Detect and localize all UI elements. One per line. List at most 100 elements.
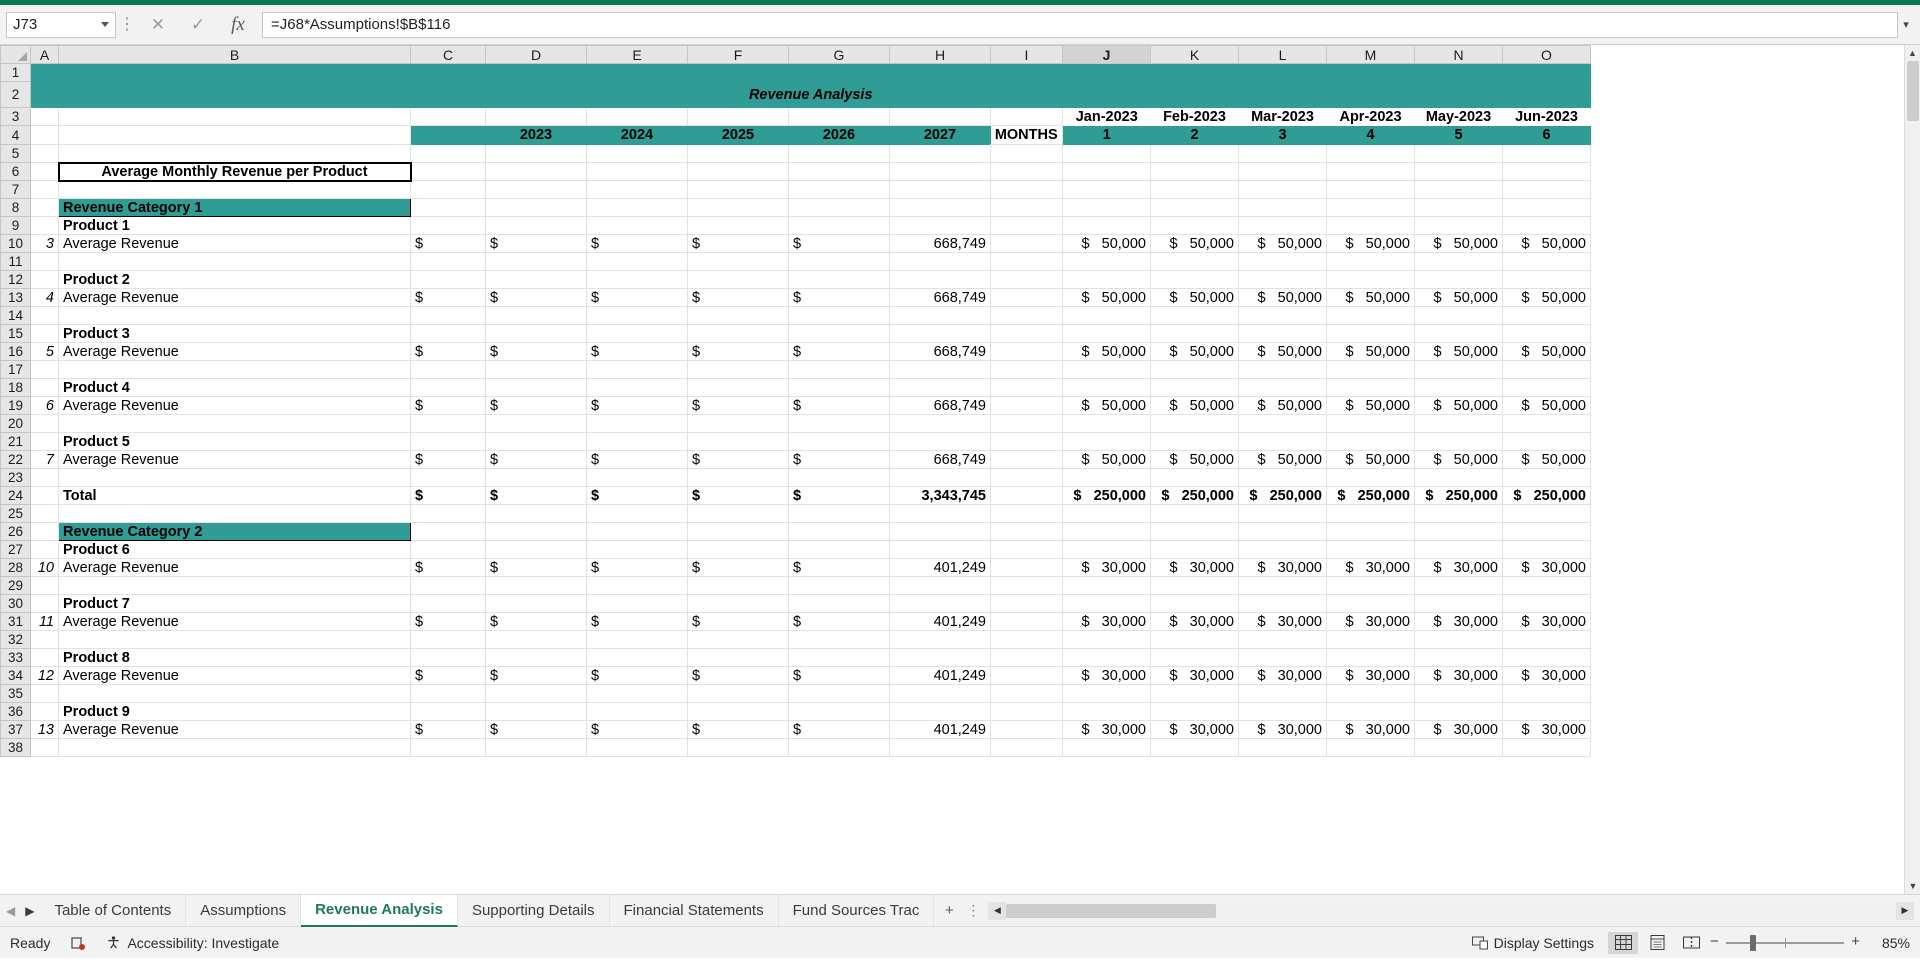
cell-C21[interactable] — [411, 433, 486, 451]
cell-H37[interactable]: 401,249 — [890, 721, 991, 739]
cell-H27[interactable] — [890, 541, 991, 559]
cell-L30[interactable] — [1239, 595, 1327, 613]
row-header-31[interactable]: 31 — [1, 613, 31, 631]
cell-L31[interactable]: $ 30,000 — [1239, 613, 1327, 631]
cell-J8[interactable] — [1063, 199, 1151, 217]
cell-A12[interactable] — [31, 271, 59, 289]
cell-I29[interactable] — [991, 577, 1063, 595]
cell-J34[interactable]: $ 30,000 — [1063, 667, 1151, 685]
cell-N29[interactable] — [1415, 577, 1503, 595]
cell-F23[interactable] — [688, 469, 789, 487]
cell-J7[interactable] — [1063, 181, 1151, 199]
cell-K11[interactable] — [1151, 253, 1239, 271]
cell-F11[interactable] — [688, 253, 789, 271]
row-header-16[interactable]: 16 — [1, 343, 31, 361]
cell-L36[interactable] — [1239, 703, 1327, 721]
cell-O15[interactable] — [1503, 325, 1591, 343]
cell-B29[interactable] — [59, 577, 411, 595]
cell-E7[interactable] — [587, 181, 688, 199]
cell-B33[interactable]: Product 8 — [59, 649, 411, 667]
cell-M38[interactable] — [1327, 739, 1415, 757]
cell-G36[interactable] — [789, 703, 890, 721]
cell-M32[interactable] — [1327, 631, 1415, 649]
cell-N38[interactable] — [1415, 739, 1503, 757]
cell-F9[interactable] — [688, 217, 789, 235]
cell-M24[interactable]: $ 250,000 — [1327, 487, 1415, 505]
cell-E23[interactable] — [587, 469, 688, 487]
cell-N14[interactable] — [1415, 307, 1503, 325]
cell-H3[interactable] — [890, 108, 991, 126]
cell-E37[interactable]: $ — [587, 721, 688, 739]
cell-E30[interactable] — [587, 595, 688, 613]
row-header-9[interactable]: 9 — [1, 217, 31, 235]
cell-C8[interactable] — [411, 199, 486, 217]
cell-F22[interactable]: $ — [688, 451, 789, 469]
cell-C5[interactable] — [411, 145, 486, 163]
cell-D6[interactable] — [486, 163, 587, 181]
row-header-37[interactable]: 37 — [1, 721, 31, 739]
cell-K37[interactable]: $ 30,000 — [1151, 721, 1239, 739]
cell-N17[interactable] — [1415, 361, 1503, 379]
row-header-8[interactable]: 8 — [1, 199, 31, 217]
cell-K5[interactable] — [1151, 145, 1239, 163]
vertical-scrollbar[interactable]: ▲ ▼ — [1904, 45, 1920, 894]
cell-O21[interactable] — [1503, 433, 1591, 451]
cell-J10[interactable]: $ 50,000 — [1063, 235, 1151, 253]
cell-I24[interactable] — [991, 487, 1063, 505]
cell-D18[interactable] — [486, 379, 587, 397]
cell-A33[interactable] — [31, 649, 59, 667]
row-header-1[interactable]: 1 — [1, 64, 31, 82]
column-header-M[interactable]: M — [1327, 46, 1415, 64]
cell-F12[interactable] — [688, 271, 789, 289]
cell-J27[interactable] — [1063, 541, 1151, 559]
cell-D36[interactable] — [486, 703, 587, 721]
cell-O17[interactable] — [1503, 361, 1591, 379]
cell-M14[interactable] — [1327, 307, 1415, 325]
cell-A24[interactable] — [31, 487, 59, 505]
cell-A19[interactable]: 6 — [31, 397, 59, 415]
cell-N5[interactable] — [1415, 145, 1503, 163]
cell-I16[interactable] — [991, 343, 1063, 361]
column-header-G[interactable]: G — [789, 46, 890, 64]
row-header-5[interactable]: 5 — [1, 145, 31, 163]
cell-L12[interactable] — [1239, 271, 1327, 289]
cell-C10[interactable]: $ — [411, 235, 486, 253]
cell-L22[interactable]: $ 50,000 — [1239, 451, 1327, 469]
row-header-38[interactable]: 38 — [1, 739, 31, 757]
cell-O9[interactable] — [1503, 217, 1591, 235]
cell-A23[interactable] — [31, 469, 59, 487]
cell-B36[interactable]: Product 9 — [59, 703, 411, 721]
cell-L3[interactable]: Mar-2023 — [1239, 108, 1327, 126]
cell-C14[interactable] — [411, 307, 486, 325]
cell-O34[interactable]: $ 30,000 — [1503, 667, 1591, 685]
cell-K16[interactable]: $ 50,000 — [1151, 343, 1239, 361]
cell-B4[interactable] — [59, 126, 411, 145]
column-header-E[interactable]: E — [587, 46, 688, 64]
cell-O10[interactable]: $ 50,000 — [1503, 235, 1591, 253]
cell-C17[interactable] — [411, 361, 486, 379]
cell-D38[interactable] — [486, 739, 587, 757]
cell-I11[interactable] — [991, 253, 1063, 271]
cell-N6[interactable] — [1415, 163, 1503, 181]
cell-O30[interactable] — [1503, 595, 1591, 613]
cell-F26[interactable] — [688, 523, 789, 541]
cell-N30[interactable] — [1415, 595, 1503, 613]
cell-N10[interactable]: $ 50,000 — [1415, 235, 1503, 253]
cell-H20[interactable] — [890, 415, 991, 433]
column-header-L[interactable]: L — [1239, 46, 1327, 64]
horizontal-scroll-thumb[interactable] — [1006, 904, 1216, 918]
cell-E9[interactable] — [587, 217, 688, 235]
cell-K34[interactable]: $ 30,000 — [1151, 667, 1239, 685]
cell-J5[interactable] — [1063, 145, 1151, 163]
cell-O22[interactable]: $ 50,000 — [1503, 451, 1591, 469]
cell-E11[interactable] — [587, 253, 688, 271]
cell-M33[interactable] — [1327, 649, 1415, 667]
cell-I35[interactable] — [991, 685, 1063, 703]
cell-J12[interactable] — [1063, 271, 1151, 289]
cell-J38[interactable] — [1063, 739, 1151, 757]
cell-A5[interactable] — [31, 145, 59, 163]
cell-G7[interactable] — [789, 181, 890, 199]
cell-O24[interactable]: $ 250,000 — [1503, 487, 1591, 505]
cell-O32[interactable] — [1503, 631, 1591, 649]
cell-D24[interactable]: $ — [486, 487, 587, 505]
